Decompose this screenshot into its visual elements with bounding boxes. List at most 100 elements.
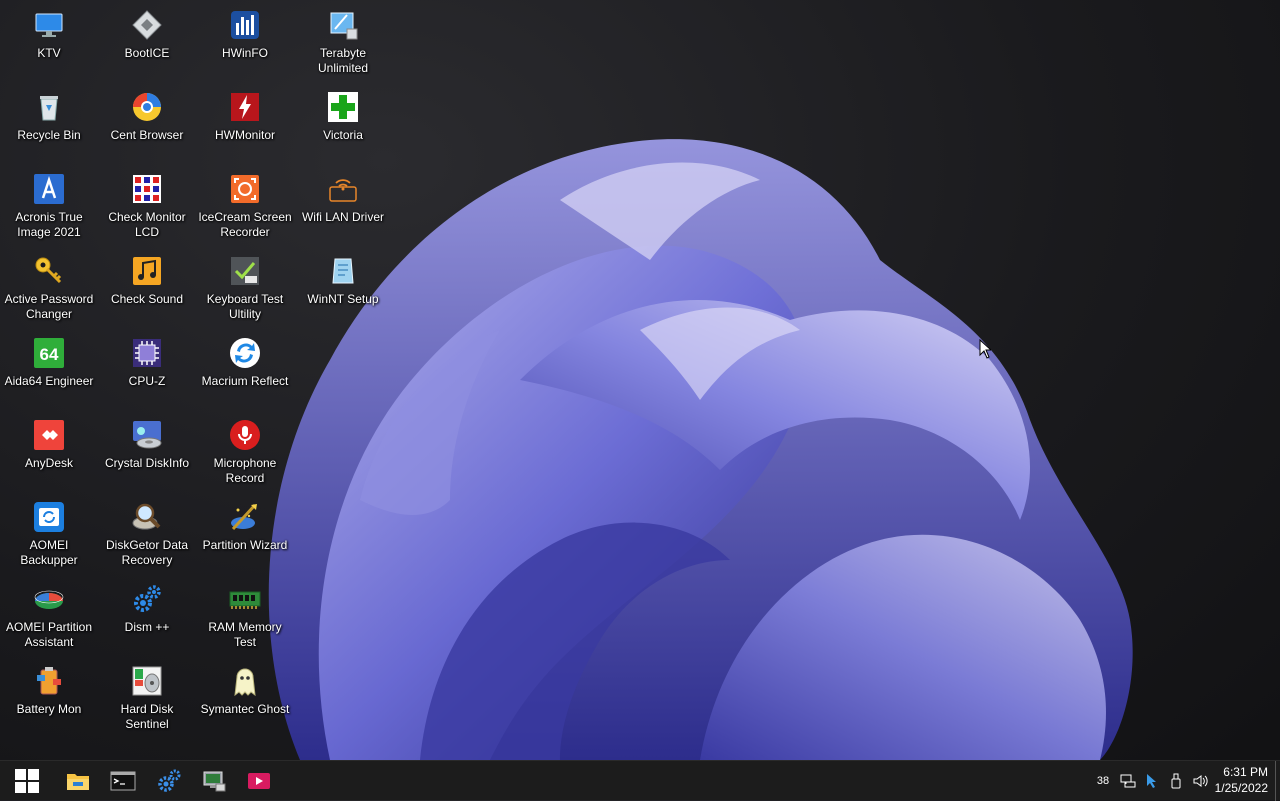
- icon-label: IceCream Screen Recorder: [198, 210, 292, 239]
- icon-label: Hard Disk Sentinel: [120, 702, 174, 731]
- show-desktop-button[interactable]: [1275, 761, 1280, 801]
- icon-label: Wifi LAN Driver: [301, 210, 384, 224]
- icon-label: Acronis True Image 2021: [15, 210, 83, 239]
- check-monitor-icon: [130, 172, 164, 206]
- svg-text:64: 64: [40, 345, 59, 364]
- remote-app-button[interactable]: [196, 763, 232, 799]
- icon-label: Check Sound: [110, 292, 184, 306]
- icon-label: Terabyte Unlimited: [317, 46, 368, 75]
- icon-label: DiskGetor Data Recovery: [105, 538, 189, 567]
- icon-label: Active Password Changer: [4, 292, 94, 321]
- icon-label: Cent Browser: [110, 128, 184, 142]
- desktop-icon-hwinfo[interactable]: HWinFO: [197, 3, 293, 83]
- usb-icon[interactable]: [1164, 773, 1188, 789]
- file-explorer-button[interactable]: [60, 763, 96, 799]
- gears-icon: [130, 582, 164, 616]
- desktop-icon-aomei-backupper[interactable]: AOMEI Backupper: [1, 495, 97, 575]
- recycle-bin-icon: [32, 90, 66, 124]
- windows-logo-icon: [15, 769, 39, 793]
- desktop-icon-wifi-lan-driver[interactable]: Wifi LAN Driver: [295, 167, 391, 247]
- microphone-icon: [228, 418, 262, 452]
- tray-count[interactable]: 38: [1090, 775, 1116, 787]
- aomei-partition-icon: [32, 582, 66, 616]
- bootice-icon: [130, 8, 164, 42]
- desktop-icon-cent-browser[interactable]: Cent Browser: [99, 85, 195, 165]
- desktop-icon-recycle-bin[interactable]: Recycle Bin: [1, 85, 97, 165]
- wifi-icon: [326, 172, 360, 206]
- magnifier-disk-icon: [130, 500, 164, 534]
- desktop-icon-hwmonitor[interactable]: HWMonitor: [197, 85, 293, 165]
- desktop-icon-ktv[interactable]: KTV: [1, 3, 97, 83]
- icon-label: HWMonitor: [214, 128, 275, 142]
- icon-label: KTV: [37, 46, 61, 60]
- desktop-icon-ram-memory-test[interactable]: RAM Memory Test: [197, 577, 293, 657]
- desktop[interactable]: KTV Recycle Bin Acronis True Image 2021 …: [0, 0, 1280, 760]
- icon-label: Victoria: [323, 128, 363, 142]
- desktop-icon-microphone-record[interactable]: Microphone Record: [197, 413, 293, 493]
- partition-wizard-icon: [228, 500, 262, 534]
- icon-label: Aida64 Engineer: [4, 374, 94, 388]
- desktop-icon-dism[interactable]: Dism ++: [99, 577, 195, 657]
- icon-label: Battery Mon: [16, 702, 82, 716]
- icon-label: RAM Memory Test: [208, 620, 282, 649]
- desktop-icon-cpu-z[interactable]: CPU-Z: [99, 331, 195, 411]
- icon-label: Keyboard Test Ultility: [206, 292, 284, 321]
- desktop-icon-hard-disk-sentinel[interactable]: Hard Disk Sentinel: [99, 659, 195, 739]
- icon-label: AOMEI Partition Assistant: [5, 620, 93, 649]
- desktop-icon-macrium-reflect[interactable]: Macrium Reflect: [197, 331, 293, 411]
- desktop-icon-victoria[interactable]: Victoria: [295, 85, 391, 165]
- desktop-icon-aomei-partition-assistant[interactable]: AOMEI Partition Assistant: [1, 577, 97, 657]
- keyboard-test-icon: [228, 254, 262, 288]
- icon-label: AnyDesk: [24, 456, 74, 470]
- monitor-icon: [32, 8, 66, 42]
- desktop-icon-check-sound[interactable]: Check Sound: [99, 249, 195, 329]
- music-note-icon: [130, 254, 164, 288]
- network-icon[interactable]: [1116, 773, 1140, 789]
- media-app-button[interactable]: [241, 763, 277, 799]
- clock[interactable]: 6:31 PM 1/25/2022: [1215, 764, 1268, 796]
- desktop-icon-aida64[interactable]: 64 Aida64 Engineer: [1, 331, 97, 411]
- icon-label: Macrium Reflect: [201, 374, 289, 388]
- terminal-icon: [110, 771, 136, 791]
- icon-label: Symantec Ghost: [200, 702, 290, 716]
- icon-label: HWinFO: [222, 46, 268, 60]
- desktop-icon-battery-mon[interactable]: Battery Mon: [1, 659, 97, 739]
- desktop-icon-bootice[interactable]: BootICE: [99, 3, 195, 83]
- clock-time: 6:31 PM: [1223, 765, 1268, 779]
- desktop-icon-keyboard-test[interactable]: Keyboard Test Ultility: [197, 249, 293, 329]
- command-prompt-button[interactable]: [105, 763, 141, 799]
- desktop-icon-check-monitor-lcd[interactable]: Check Monitor LCD: [99, 167, 195, 247]
- gears-icon: [158, 769, 181, 792]
- desktop-icon-partition-wizard[interactable]: Partition Wizard: [197, 495, 293, 575]
- speaker-icon[interactable]: [1188, 773, 1212, 789]
- desktop-icon-terabyte[interactable]: Terabyte Unlimited: [295, 3, 391, 83]
- taskbar: 38 6:31 PM 1/25/2022: [0, 760, 1280, 801]
- pointer-icon[interactable]: [1140, 773, 1164, 789]
- icon-label: Crystal DiskInfo: [104, 456, 190, 470]
- icon-label: BootICE: [124, 46, 170, 60]
- ram-icon: [228, 582, 262, 616]
- media-icon: [248, 773, 270, 789]
- pinned-app-button[interactable]: [151, 763, 187, 799]
- desktop-icon-winnt-setup[interactable]: WinNT Setup: [295, 249, 391, 329]
- icon-label: AOMEI Backupper: [20, 538, 78, 567]
- acronis-icon: [32, 172, 66, 206]
- desktop-icon-active-password-changer[interactable]: Active Password Changer: [1, 249, 97, 329]
- desktop-icon-icecream[interactable]: IceCream Screen Recorder: [197, 167, 293, 247]
- icon-label: Microphone Record: [213, 456, 277, 485]
- desktop-icon-crystal-diskinfo[interactable]: Crystal DiskInfo: [99, 413, 195, 493]
- folder-icon: [67, 774, 89, 790]
- icon-label: Partition Wizard: [202, 538, 288, 552]
- hwmonitor-icon: [228, 90, 262, 124]
- key-icon: [32, 254, 66, 288]
- desktop-icon-acronis[interactable]: Acronis True Image 2021: [1, 167, 97, 247]
- start-button[interactable]: [9, 763, 45, 799]
- desktop-icon-symantec-ghost[interactable]: Symantec Ghost: [197, 659, 293, 739]
- desktop-icon-anydesk[interactable]: AnyDesk: [1, 413, 97, 493]
- desktop-icon-diskgetor[interactable]: DiskGetor Data Recovery: [99, 495, 195, 575]
- mouse-pointer-icon: [979, 339, 991, 359]
- icon-label: WinNT Setup: [307, 292, 379, 306]
- hwinfo-icon: [228, 8, 262, 42]
- cpu-icon: [130, 336, 164, 370]
- ghost-icon: [228, 664, 262, 698]
